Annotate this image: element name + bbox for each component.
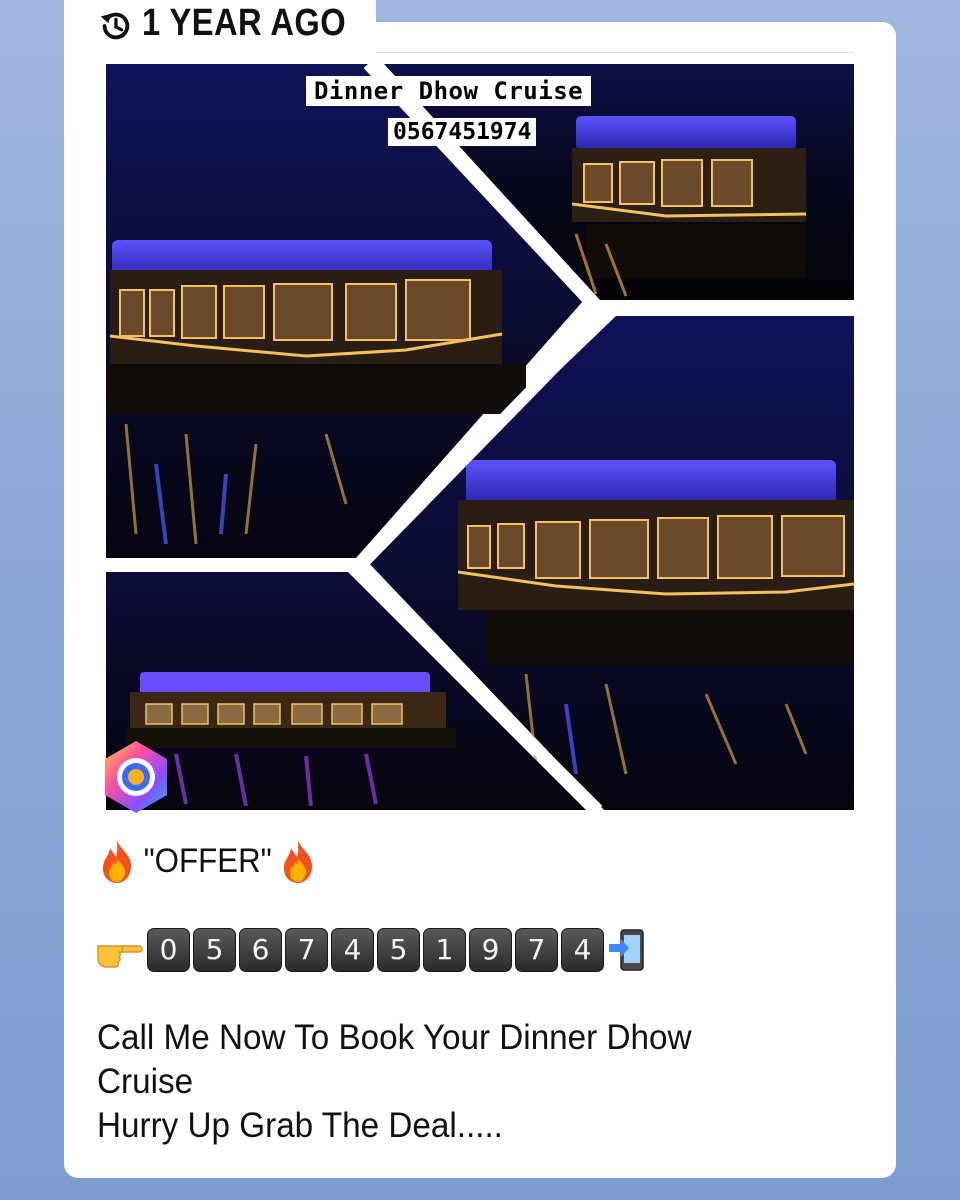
message-line: Hurry Up Grab The Deal..... bbox=[97, 1106, 503, 1145]
divider bbox=[376, 52, 854, 53]
pointing-hand-emoji-icon bbox=[97, 945, 143, 968]
dhow-cruise-collage-image[interactable] bbox=[106, 64, 854, 810]
offer-line: "OFFER" bbox=[98, 838, 317, 884]
image-overlay-phone: 0567451974 bbox=[388, 118, 537, 146]
mobile-phone-arrow-icon bbox=[609, 929, 644, 971]
fire-emoji-icon bbox=[284, 840, 313, 883]
phone-digit: 6 bbox=[239, 928, 282, 972]
phone-digit: 4 bbox=[331, 928, 374, 972]
message-line: Call Me Now To Book Your Dinner Dhow bbox=[97, 1018, 692, 1057]
phone-digit: 7 bbox=[285, 928, 328, 972]
phone-digit: 4 bbox=[561, 928, 604, 972]
phone-digit: 7 bbox=[515, 928, 558, 972]
phone-digit: 0 bbox=[147, 928, 190, 972]
phone-number-line[interactable]: 0 5 6 7 4 5 1 9 7 4 bbox=[96, 928, 649, 972]
memory-header[interactable]: 1 YEAR AGO bbox=[64, 0, 376, 52]
offer-text: "OFFER" bbox=[143, 841, 272, 880]
camera-app-icon bbox=[105, 741, 167, 813]
message-line: Cruise bbox=[97, 1062, 194, 1101]
phone-digit: 1 bbox=[423, 928, 466, 972]
image-overlay-title: Dinner Dhow Cruise bbox=[306, 76, 592, 106]
history-clock-icon bbox=[96, 7, 134, 45]
phone-digit: 5 bbox=[193, 928, 236, 972]
post-message: Call Me Now To Book Your Dinner Dhow Cru… bbox=[97, 1016, 817, 1148]
phone-digit: 5 bbox=[377, 928, 420, 972]
fire-emoji-icon bbox=[103, 840, 132, 883]
memory-label: 1 YEAR AGO bbox=[142, 1, 347, 44]
phone-digit: 9 bbox=[469, 928, 512, 972]
